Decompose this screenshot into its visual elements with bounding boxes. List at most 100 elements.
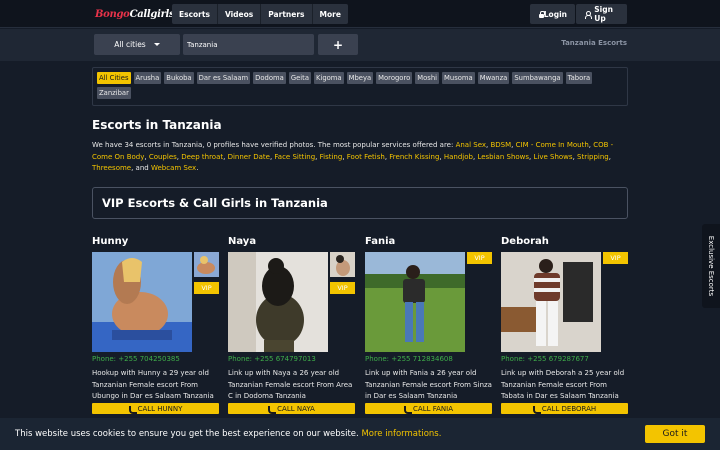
- escort-description: Hookup with Hunny a 29 year old Tanzania…: [92, 369, 214, 400]
- escort-phone[interactable]: Phone: +255 674797013: [228, 355, 316, 363]
- service-link[interactable]: French Kissing: [389, 153, 439, 161]
- escort-card[interactable]: Hunny VIP Phone: +255 704250385 Hookup w…: [92, 236, 219, 414]
- service-link[interactable]: Lesbian Shows: [477, 153, 529, 161]
- intro-lead: We have 34 escorts in Tanzania, 0 profil…: [92, 141, 456, 149]
- service-link[interactable]: Stripping: [577, 153, 609, 161]
- escort-phone[interactable]: Phone: +255 679287677: [501, 355, 589, 363]
- service-link[interactable]: Face Sitting: [274, 153, 315, 161]
- service-link[interactable]: Couples: [149, 153, 177, 161]
- escort-phone[interactable]: Phone: +255 704250385: [92, 355, 180, 363]
- city-tag[interactable]: Tabora: [565, 72, 593, 84]
- breadcrumb[interactable]: Tanzania Escorts: [561, 39, 627, 47]
- escort-card[interactable]: Fania VIP Phone: +255 712834608 Link up …: [365, 236, 492, 414]
- call-button[interactable]: CALL FANIA: [365, 403, 492, 414]
- call-button[interactable]: CALL DEBORAH: [501, 403, 628, 414]
- escort-name[interactable]: Fania: [365, 236, 492, 252]
- call-button[interactable]: CALL NAYA: [228, 403, 355, 414]
- service-link[interactable]: Handjob: [444, 153, 473, 161]
- signup-button[interactable]: Sign Up: [576, 4, 627, 24]
- nav-more[interactable]: More: [312, 4, 348, 24]
- city-tag[interactable]: Geita: [288, 72, 311, 84]
- cookie-message: This website uses cookies to ensure you …: [15, 429, 441, 439]
- side-tab-label: Exclusive Escorts: [707, 235, 716, 297]
- escort-thumbnail[interactable]: [194, 252, 219, 277]
- cookie-accept-button[interactable]: Got it: [645, 425, 705, 443]
- city-tag[interactable]: Zanzibar: [97, 87, 131, 99]
- escort-card[interactable]: Naya VIP Phone: +255 674797013 Link up w…: [228, 236, 355, 414]
- city-tag-list: All Cities Arusha Bukoba Dar es Salaam Dodom…: [92, 67, 628, 106]
- login-button[interactable]: Login: [530, 4, 575, 24]
- main-nav: Escorts Videos Partners More: [172, 4, 348, 24]
- nav-partners[interactable]: Partners: [261, 4, 313, 24]
- call-label: CALL NAYA: [277, 404, 315, 413]
- city-tag[interactable]: Kigoma: [313, 72, 344, 84]
- top-navbar: BongoCallgirls Escorts Videos Partners M…: [0, 0, 720, 28]
- call-button[interactable]: CALL HUNNY: [92, 403, 219, 414]
- vip-badge: VIP: [194, 282, 219, 294]
- escort-phone[interactable]: Phone: +255 712834608: [365, 355, 453, 363]
- filter-bar: All cities + Tanzania Escorts: [0, 29, 720, 61]
- escort-name[interactable]: Deborah: [501, 236, 628, 252]
- vip-heading: VIP Escorts & Call Girls in Tanzania: [102, 196, 328, 210]
- service-link[interactable]: Fisting: [320, 153, 343, 161]
- site-logo[interactable]: BongoCallgirls: [95, 4, 175, 24]
- escort-name[interactable]: Naya: [228, 236, 355, 252]
- add-filter-button[interactable]: +: [318, 34, 358, 55]
- escort-photo[interactable]: [501, 252, 601, 352]
- vip-badge: VIP: [330, 282, 355, 294]
- escort-description: Link up with Deborah a 25 year old Tanza…: [501, 369, 625, 400]
- escort-card[interactable]: Deborah VIP Phone: +255 679287677 Link u…: [501, 236, 628, 414]
- phone-icon: [128, 405, 137, 414]
- cookie-banner: This website uses cookies to ensure you …: [0, 418, 720, 450]
- caret-down-icon: [153, 43, 160, 46]
- service-link[interactable]: CIM - Come In Mouth: [516, 141, 589, 149]
- service-link[interactable]: Dinner Date: [228, 153, 270, 161]
- intro-text: We have 34 escorts in Tanzania, 0 profil…: [92, 141, 614, 172]
- city-tag[interactable]: Moshi: [415, 72, 440, 84]
- logo-text-callgirls: Callgirls: [129, 8, 175, 20]
- city-tag[interactable]: Mwanza: [477, 72, 510, 84]
- escort-photo[interactable]: [92, 252, 192, 352]
- city-tag[interactable]: Bukoba: [164, 72, 194, 84]
- nav-videos[interactable]: Videos: [217, 4, 262, 24]
- service-link[interactable]: Threesome: [92, 164, 131, 172]
- service-link[interactable]: Deep throat: [181, 153, 223, 161]
- city-tag[interactable]: Morogoro: [376, 72, 413, 84]
- vip-badge: VIP: [467, 252, 492, 264]
- escort-description: Link up with Fania a 26 year old Tanzani…: [365, 369, 492, 400]
- city-tag[interactable]: Arusha: [133, 72, 162, 84]
- escort-description: Link up with Naya a 26 year old Tanzania…: [228, 369, 353, 400]
- nav-escorts[interactable]: Escorts: [172, 4, 218, 24]
- cookie-more-info-link[interactable]: More informations.: [361, 429, 441, 439]
- service-link[interactable]: BDSM: [490, 141, 511, 149]
- escort-photo[interactable]: [228, 252, 328, 352]
- location-search-input[interactable]: [183, 34, 314, 55]
- service-link[interactable]: Foot Fetish: [347, 153, 385, 161]
- city-select[interactable]: All cities: [94, 34, 180, 55]
- escort-thumbnail[interactable]: [330, 252, 355, 277]
- call-label: CALL FANIA: [413, 404, 453, 413]
- service-link[interactable]: Live Shows: [534, 153, 573, 161]
- exclusive-escorts-tab[interactable]: Exclusive Escorts: [702, 224, 720, 308]
- service-link[interactable]: Anal Sex: [456, 141, 486, 149]
- service-link[interactable]: Webcam Sex: [151, 164, 196, 172]
- city-tag[interactable]: All Cities: [97, 72, 131, 84]
- vip-badge: VIP: [603, 252, 628, 264]
- escort-photo[interactable]: [365, 252, 465, 352]
- city-tag[interactable]: Sumbawanga: [512, 72, 563, 84]
- phone-icon: [532, 405, 541, 414]
- cookie-text: This website uses cookies to ensure you …: [15, 429, 359, 439]
- escort-name[interactable]: Hunny: [92, 236, 219, 252]
- call-label: CALL HUNNY: [137, 404, 183, 413]
- city-select-value: All cities: [114, 40, 146, 49]
- city-tag[interactable]: Dar es Salaam: [196, 72, 251, 84]
- logo-text-bongo: Bongo: [95, 8, 130, 20]
- city-tag[interactable]: Mbeya: [346, 72, 374, 84]
- city-tag[interactable]: Musoma: [442, 72, 475, 84]
- call-label: CALL DEBORAH: [541, 404, 597, 413]
- login-label: Login: [543, 9, 567, 19]
- city-tag[interactable]: Dodoma: [253, 72, 286, 84]
- phone-icon: [404, 405, 413, 414]
- signup-label: Sign Up: [594, 5, 613, 23]
- user-icon: [584, 10, 593, 19]
